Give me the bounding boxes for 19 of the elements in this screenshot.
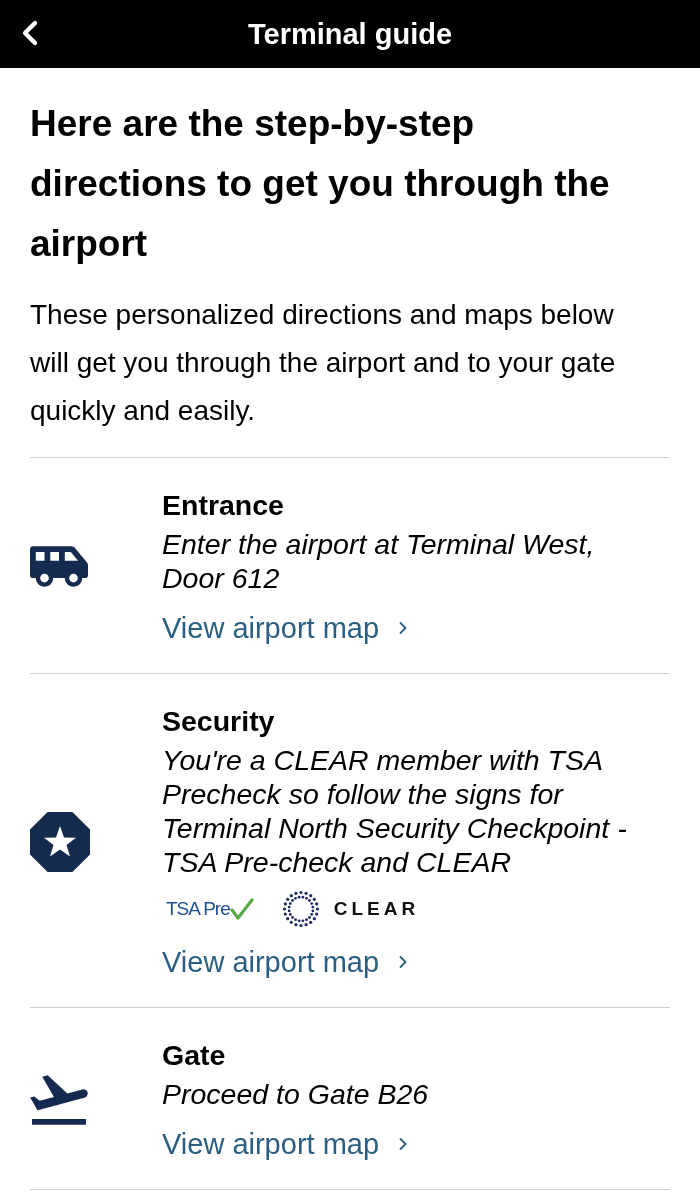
page-heading: Here are the step-by-step directions to get you through the airport [30,102,611,266]
step-title: Entrance [162,488,284,522]
view-map-link[interactable]: View airport map [162,1127,414,1161]
step-description: You're a CLEAR member with TSA Precheck so follow the signs for Terminal North Security Checkpoint - TSA Pre-check and CLEAR [162,743,628,879]
intro-paragraph: These personalized directions and maps below will get you through the airport and to your gate quickly and easily. [30,298,617,428]
star-octagon-icon [30,811,90,872]
logo-text: TSA Pre [166,897,230,921]
step-title: Security [162,704,275,738]
step-description: Proceed to Gate B26 [162,1077,429,1111]
step-title: Gate [162,1038,226,1072]
van-icon [30,546,88,587]
screen-title: Terminal guide [247,17,453,52]
plane-takeoff-icon [30,1074,88,1125]
view-map-link[interactable]: View airport map [162,945,414,979]
logo-text: CLEAR [333,897,420,921]
dotted-ring-icon [281,890,320,928]
checkmark-icon [229,898,254,920]
step-description: Enter the airport at Terminal West, Door 612 [162,527,596,595]
view-map-link[interactable]: View airport map [162,611,414,645]
